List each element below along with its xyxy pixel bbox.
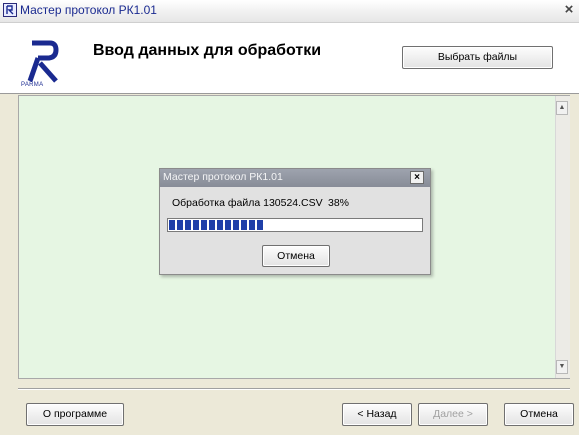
scroll-up-icon[interactable]: ▲ [556,101,568,115]
progress-block [257,220,263,230]
processing-status-text: Обработка файла 130524.CSV [172,197,323,209]
cancel-button[interactable]: Отмена [504,403,574,426]
scroll-down-icon[interactable]: ▼ [556,360,568,374]
progress-block [193,220,199,230]
dialog-cancel-button[interactable]: Отмена [262,245,330,267]
progress-block [177,220,183,230]
progress-block [201,220,207,230]
progress-block [249,220,255,230]
next-button: Далее > [418,403,488,426]
parma-logo-icon [18,37,68,87]
back-button[interactable]: < Назад [342,403,412,426]
progress-block [185,220,191,230]
app-icon [3,3,17,17]
about-button[interactable]: О программе [26,403,124,426]
logo-brand-text: PARMA [21,82,44,88]
select-files-button[interactable]: Выбрать файлы [402,46,553,69]
dialog-close-icon[interactable]: × [410,171,424,184]
window-title: Мастер протокол РК1.01 [20,3,157,17]
progress-percent: 38% [328,197,350,209]
progress-fill [169,220,263,230]
footer-separator [18,388,570,390]
progress-block [209,220,215,230]
page-title: Ввод данных для обработки [93,42,322,59]
progress-block [233,220,239,230]
vertical-scrollbar[interactable] [555,96,570,378]
progress-block [217,220,223,230]
progress-block [225,220,231,230]
dialog-title: Мастер протокол РК1.01 [163,171,283,183]
progress-block [241,220,247,230]
progress-block [169,220,175,230]
close-icon[interactable]: × [561,2,577,18]
